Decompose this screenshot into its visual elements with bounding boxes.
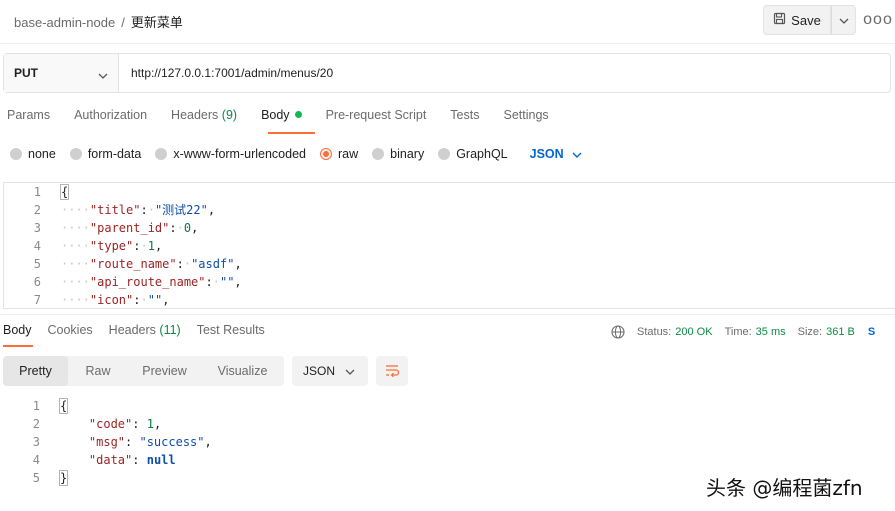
- response-time[interactable]: 35 ms: [756, 326, 786, 338]
- save-response-button[interactable]: S: [868, 326, 875, 338]
- http-method-value: PUT: [14, 66, 38, 80]
- chevron-down-icon: [345, 364, 355, 378]
- save-button[interactable]: Save: [763, 5, 831, 35]
- radio-button[interactable]: [372, 148, 385, 160]
- body-type-graphql[interactable]: GraphQL: [438, 147, 508, 161]
- tab-test-results[interactable]: Test Results: [197, 323, 265, 341]
- body-type-raw[interactable]: raw: [320, 147, 358, 161]
- breadcrumb-separator: /: [121, 15, 125, 30]
- breadcrumb-collection[interactable]: base-admin-node: [14, 15, 115, 30]
- request-body-editor[interactable]: 1{ 2 ····"title":·"测试22", 3 ····"parent_id…: [3, 182, 895, 309]
- tab-response-headers[interactable]: Headers (11): [109, 323, 181, 341]
- http-method-select[interactable]: PUT: [4, 54, 119, 92]
- ellipsis-icon: ooo: [863, 11, 893, 28]
- active-response-tab-indicator: [3, 345, 33, 347]
- radio-button[interactable]: [10, 148, 22, 160]
- radio-button[interactable]: [69, 148, 82, 160]
- body-type-urlencoded[interactable]: x-www-form-urlencoded: [155, 147, 306, 161]
- save-button-group: Save: [763, 5, 856, 35]
- size-label: Size:: [797, 326, 823, 338]
- view-preview[interactable]: Preview: [128, 356, 201, 386]
- tab-params[interactable]: Params: [7, 108, 50, 128]
- body-modified-dot: [294, 111, 302, 118]
- status-code[interactable]: 200 OK: [675, 326, 712, 338]
- response-format-dropdown[interactable]: JSON: [292, 356, 368, 386]
- raw-format-value: JSON: [529, 147, 564, 161]
- radio-button[interactable]: [438, 148, 451, 160]
- raw-format-dropdown[interactable]: JSON: [530, 147, 582, 161]
- chevron-down-icon: [839, 13, 849, 27]
- wrap-lines-button[interactable]: [376, 356, 408, 386]
- active-tab-indicator: [268, 132, 315, 134]
- response-divider[interactable]: [0, 314, 895, 315]
- radio-button[interactable]: [155, 148, 168, 160]
- url-input[interactable]: http://127.0.0.1:7001/admin/menus/20: [119, 54, 890, 92]
- globe-icon[interactable]: [611, 325, 625, 339]
- view-pretty[interactable]: Pretty: [3, 356, 68, 386]
- watermark: 头条 @编程菌zfn: [706, 476, 863, 500]
- response-status-bar: Status: 200 OK Time: 35 ms Size: 361 B S: [611, 324, 875, 340]
- app-header: base-admin-node / 更新菜单 Save ooo: [0, 0, 895, 44]
- response-view-selector: Pretty Raw Preview Visualize: [3, 356, 284, 386]
- request-url-bar: PUT http://127.0.0.1:7001/admin/menus/20: [3, 53, 891, 93]
- radio-button-selected[interactable]: [320, 148, 332, 160]
- tab-body[interactable]: Body: [261, 108, 302, 128]
- tab-response-body[interactable]: Body: [3, 323, 32, 341]
- headers-count-badge: (9): [221, 108, 238, 122]
- body-type-none[interactable]: none: [10, 147, 56, 161]
- response-tabs: Body Cookies Headers (11) Test Results: [3, 323, 281, 341]
- response-body-viewer[interactable]: 1{ 2 "code": 1, 3 "msg": "success", 4 "d…: [3, 397, 603, 492]
- body-type-binary[interactable]: binary: [372, 147, 424, 161]
- save-options-dropdown[interactable]: [831, 5, 856, 35]
- tab-headers[interactable]: Headers (9): [171, 108, 237, 128]
- chevron-down-icon: [98, 68, 108, 82]
- breadcrumb: base-admin-node / 更新菜单: [14, 12, 183, 31]
- time-label: Time:: [724, 326, 752, 338]
- body-type-selector: none form-data x-www-form-urlencoded raw…: [10, 145, 582, 163]
- save-icon: [773, 12, 786, 28]
- response-headers-count: (11): [159, 323, 181, 337]
- breadcrumb-current-request[interactable]: 更新菜单: [131, 15, 183, 30]
- tab-settings[interactable]: Settings: [503, 108, 548, 128]
- view-visualize[interactable]: Visualize: [201, 356, 284, 386]
- response-size[interactable]: 361 B: [826, 326, 855, 338]
- chevron-down-icon: [572, 147, 582, 161]
- view-raw[interactable]: Raw: [68, 356, 128, 386]
- tab-pre-request-script[interactable]: Pre-request Script: [326, 108, 427, 128]
- tab-tests[interactable]: Tests: [450, 108, 479, 128]
- tab-authorization[interactable]: Authorization: [74, 108, 147, 128]
- save-button-label: Save: [791, 12, 821, 28]
- wrap-lines-icon: [384, 363, 400, 380]
- response-format-value: JSON: [303, 364, 336, 378]
- more-options-button[interactable]: ooo: [863, 10, 893, 30]
- request-tabs: Params Authorization Headers (9) Body Pr…: [7, 108, 573, 128]
- body-type-form-data[interactable]: form-data: [69, 147, 141, 161]
- status-label: Status:: [637, 326, 672, 338]
- tab-response-cookies[interactable]: Cookies: [48, 323, 93, 341]
